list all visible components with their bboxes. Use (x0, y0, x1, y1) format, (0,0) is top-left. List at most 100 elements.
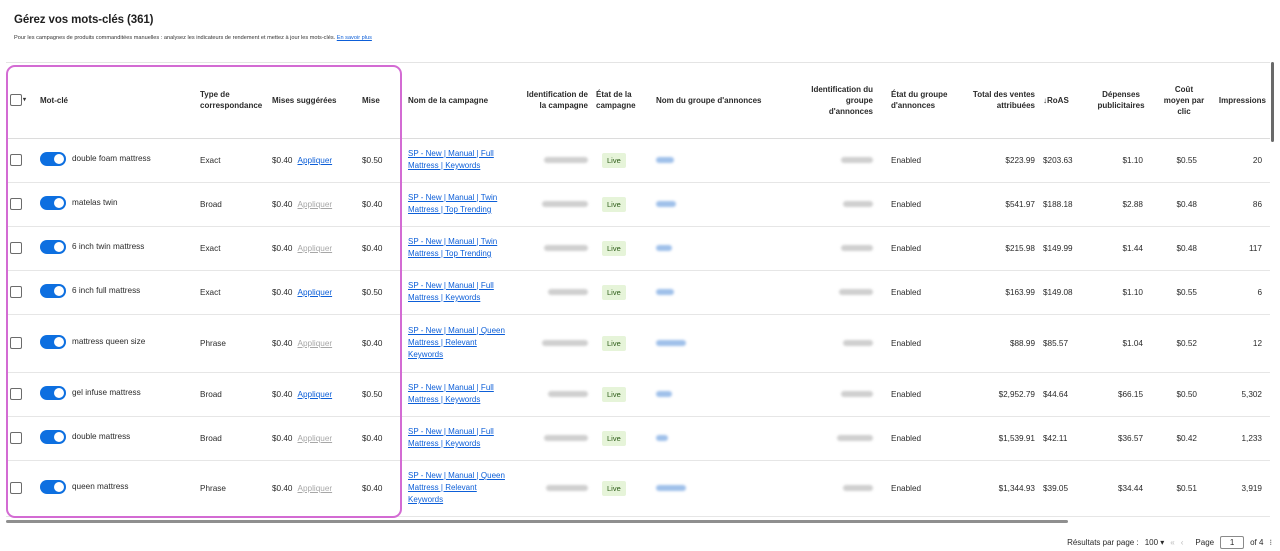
roas-cell: $149.08 (1039, 270, 1085, 315)
row-checkbox[interactable] (10, 432, 22, 444)
header-campaign-id[interactable]: Identification de la campagne (517, 63, 592, 139)
bid-cell[interactable]: $0.40 (358, 314, 402, 373)
row-checkbox[interactable] (10, 154, 22, 166)
chevron-down-icon[interactable]: ▾ (23, 95, 26, 106)
total-sales-cell: $215.98 (957, 226, 1039, 271)
header-campaign-name[interactable]: Nom de la campagne (402, 63, 517, 139)
keyword-toggle[interactable] (40, 385, 66, 400)
ad-group-name-redacted-link[interactable] (656, 339, 686, 346)
bid-cell[interactable]: $0.40 (358, 460, 402, 517)
header-ad-group-name[interactable]: Nom du groupe d'annonces (652, 63, 797, 139)
row-checkbox[interactable] (10, 286, 22, 298)
suggested-bid-value: $0.40 (272, 243, 293, 253)
ad-group-status-cell: Enabled (877, 460, 957, 517)
campaign-name-link[interactable]: SP - New | Manual | Queen Mattress | Rel… (408, 325, 508, 361)
suggested-bid-cell: $0.40 Appliquer (268, 226, 358, 271)
header-impressions[interactable]: Impressions (1211, 63, 1270, 139)
page-number-input[interactable]: 1 (1220, 536, 1245, 549)
ad-group-name-redacted-link[interactable] (656, 484, 686, 491)
header-ad-spend[interactable]: Dépenses publicitaires (1085, 63, 1157, 139)
keyword-toggle[interactable] (40, 334, 66, 349)
ad-group-name-redacted-link[interactable] (656, 434, 668, 441)
bid-cell[interactable]: $0.50 (358, 138, 402, 183)
roas-cell: $44.64 (1039, 372, 1085, 417)
page-count: of 4 (1250, 538, 1264, 547)
header-campaign-status[interactable]: État de la campagne (592, 63, 652, 139)
status-badge: Live (602, 196, 626, 212)
ad-spend-cell: $1.44 (1085, 226, 1157, 271)
ad-group-name-cell (652, 372, 797, 417)
ad-group-id-redacted (841, 244, 873, 251)
row-checkbox[interactable] (10, 388, 22, 400)
header-total-sales[interactable]: Total des ventes attribuées (957, 63, 1039, 139)
header-cpc[interactable]: Coût moyen par clic (1157, 63, 1211, 139)
keyword-text: 6 inch full mattress (72, 286, 141, 295)
row-checkbox[interactable] (10, 482, 22, 494)
header-roas[interactable]: ↓RoAS (1039, 63, 1085, 139)
header-ad-group-status[interactable]: État du groupe d'annonces (877, 63, 957, 139)
chevron-down-icon: ▾ (1160, 538, 1165, 547)
header-match-type[interactable]: Type de correspondance (196, 63, 268, 139)
ad-group-id-cell (797, 138, 877, 183)
campaign-name-link[interactable]: SP - New | Manual | Queen Mattress | Rel… (408, 470, 508, 506)
bid-cell[interactable]: $0.50 (358, 270, 402, 315)
keyword-toggle[interactable] (40, 195, 66, 210)
campaign-name-link[interactable]: SP - New | Manual | Twin Mattress | Top … (408, 192, 508, 216)
table-body: double foam mattress Exact $0.40 Applique… (6, 138, 1270, 517)
ad-group-status-cell: Enabled (877, 182, 957, 227)
chevron-left-icon[interactable]: ‹ (1181, 538, 1184, 547)
row-checkbox[interactable] (10, 198, 22, 210)
bid-cell[interactable]: $0.40 (358, 416, 402, 461)
learn-more-link[interactable]: En savoir plus (337, 35, 372, 41)
ad-group-name-redacted-link[interactable] (656, 244, 672, 251)
campaign-name-link[interactable]: SP - New | Manual | Full Mattress | Keyw… (408, 426, 508, 450)
header-keyword[interactable]: Mot-clé (36, 63, 196, 139)
row-checkbox[interactable] (10, 337, 22, 349)
kebab-icon[interactable]: ⁝ (1269, 538, 1272, 547)
horizontal-scrollbar[interactable] (6, 520, 1068, 523)
header-suggested-bids[interactable]: Mises suggérées (268, 63, 358, 139)
campaign-name-link[interactable]: SP - New | Manual | Twin Mattress | Top … (408, 236, 508, 260)
campaign-name-link[interactable]: SP - New | Manual | Full Mattress | Keyw… (408, 382, 508, 406)
apply-suggested-bid-link[interactable]: Appliquer (298, 156, 333, 165)
ad-group-name-redacted-link[interactable] (656, 156, 674, 163)
keyword-cell: matelas twin (36, 182, 196, 227)
campaign-id-redacted (544, 156, 588, 163)
header-bid[interactable]: Mise (358, 63, 402, 139)
header-ad-group-id[interactable]: Identification du groupe d'annonces (797, 63, 877, 139)
ad-spend-cell: $36.57 (1085, 416, 1157, 461)
campaign-name-link[interactable]: SP - New | Manual | Full Mattress | Keyw… (408, 148, 508, 172)
keyword-toggle[interactable] (40, 151, 66, 166)
ad-group-name-redacted-link[interactable] (656, 288, 674, 295)
keyword-toggle[interactable] (40, 283, 66, 298)
ad-group-name-redacted-link[interactable] (656, 390, 672, 397)
campaign-id-redacted (544, 434, 588, 441)
ad-group-name-redacted-link[interactable] (656, 200, 676, 207)
double-chevron-left-icon[interactable]: « (1170, 538, 1174, 547)
row-checkbox[interactable] (10, 242, 22, 254)
keyword-toggle[interactable] (40, 429, 66, 444)
apply-suggested-bid-link[interactable]: Appliquer (298, 288, 333, 297)
roas-cell: $39.05 (1039, 460, 1085, 517)
subtitle-text: Pour les campagnes de produits commandit… (14, 35, 336, 41)
campaign-id-cell (517, 138, 592, 183)
bid-cell[interactable]: $0.40 (358, 226, 402, 271)
bid-cell[interactable]: $0.50 (358, 372, 402, 417)
ad-spend-cell: $2.88 (1085, 182, 1157, 227)
apply-suggested-bid-link[interactable]: Appliquer (298, 390, 333, 399)
keyword-toggle[interactable] (40, 239, 66, 254)
cpc-cell: $0.55 (1157, 270, 1211, 315)
bid-cell[interactable]: $0.40 (358, 182, 402, 227)
campaign-status-cell: Live (592, 460, 652, 517)
per-page-select[interactable]: 100 ▾ (1145, 538, 1165, 547)
ad-group-status-cell: Enabled (877, 226, 957, 271)
match-type-cell: Exact (196, 138, 268, 183)
row-select-cell (6, 314, 36, 373)
vertical-scrollbar[interactable] (1271, 62, 1274, 142)
total-sales-cell: $1,344.93 (957, 460, 1039, 517)
select-all-checkbox[interactable] (10, 94, 22, 107)
campaign-name-link[interactable]: SP - New | Manual | Full Mattress | Keyw… (408, 280, 508, 304)
keyword-toggle[interactable] (40, 479, 66, 494)
per-page-label: Résultats par page : (1067, 538, 1139, 547)
suggested-bid-cell: $0.40 Appliquer (268, 182, 358, 227)
